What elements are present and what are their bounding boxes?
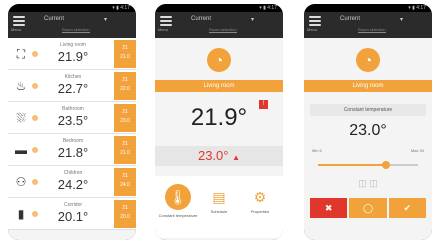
min-label: Min 5 (312, 148, 322, 153)
alert-icon: ! (259, 100, 268, 109)
action-label: Constant temperature (158, 213, 198, 218)
heating-icon: ▲ (232, 153, 241, 162)
room-name: Bedroom (62, 138, 84, 144)
actions-panel: 🌡 Constant temperature ▤ Schedule ⚙ Prop… (155, 176, 283, 238)
phone-room-list: ▾ ▮ 4:17 Menu Current ▾ Room selection ⛶… (8, 4, 136, 240)
cancel-button[interactable]: ✖ (310, 198, 348, 218)
gear-icon: ⚙ (253, 189, 267, 205)
setpoint-badge[interactable]: 21 22.0 (114, 72, 136, 100)
badge-bottom: 23.0 (120, 118, 130, 124)
room-title: Living room (155, 80, 283, 92)
room-name: Corridor (63, 202, 83, 208)
room-row[interactable]: ⛶ Living room 21.9° 21 21.0 (8, 38, 136, 70)
target-temperature: 23.0° (349, 122, 387, 139)
room-name: Bathroom (62, 106, 84, 112)
app-title[interactable]: Current (340, 16, 360, 22)
room-temperature: 21.8° (57, 145, 89, 160)
slider-fill (318, 164, 386, 166)
room-temperature: 21.9° (57, 49, 89, 64)
badge-top: 21 (122, 141, 128, 147)
properties-button[interactable]: ⚙ Properties (240, 184, 280, 214)
setpoint-badge[interactable]: 21 21.0 (114, 136, 136, 164)
room-temperature: 23.5° (57, 113, 89, 128)
room-name: Kitchen (64, 74, 82, 80)
constant-temperature-button[interactable]: 🌡 Constant temperature (158, 184, 198, 218)
room-temperature: 22.7° (57, 81, 89, 96)
phone-room-detail: ▾ ▮ 4:17 Menu Current ▾ Room selection ◔… (155, 4, 283, 240)
confirm-button[interactable]: ✔ (388, 198, 426, 218)
kitchen-icon: ♨ (15, 79, 27, 93)
mode-icons: ◫ ◫ (358, 178, 378, 188)
temperature-slider[interactable] (318, 161, 418, 169)
room-list: ⛶ Living room 21.9° 21 21.0 ♨ Kitchen 22.7° 21 22… (8, 38, 136, 240)
room-temperature: 24.2° (57, 177, 89, 192)
schedule-icon: ▤ (212, 189, 226, 205)
room-row[interactable]: ⚇ Children 24.2° 21 24.0 (8, 166, 136, 198)
menu-label: Menu (158, 27, 169, 32)
menu-label: Menu (11, 27, 22, 32)
menu-label: Menu (307, 27, 318, 32)
room-name: Living room (60, 42, 86, 48)
app-bar: Menu Current ▾ Room selection (8, 12, 136, 38)
room-row[interactable]: ♨ Kitchen 22.7° 21 22.0 (8, 70, 136, 102)
action-label: Properties (250, 209, 270, 214)
setpoint-value: 23.0° (197, 148, 229, 163)
badge-top: 21 (122, 45, 128, 51)
app-title[interactable]: Current (44, 16, 64, 22)
slider-handle[interactable] (382, 161, 390, 169)
app-bar: Menu Current ▾ Room selection (304, 12, 432, 38)
room-temperature: 20.1° (57, 209, 89, 224)
room-title: Living room (304, 80, 432, 92)
room-row[interactable]: ⛆ Bathroom 23.5° 21 23.0 (8, 102, 136, 134)
detail-screen: ◔ Living room 21.9° ! 23.0° ▲ 🌡 Constant… (155, 38, 283, 240)
badge-top: 21 (122, 173, 128, 179)
room-row[interactable]: ▮ Corridor 20.1° 21 20.0 (8, 198, 136, 230)
badge-bottom: 24.0 (120, 182, 130, 188)
schedule-button[interactable]: ▤ Schedule (199, 184, 239, 214)
room-name: Children (63, 170, 83, 176)
room-row[interactable]: ▬ Bedroom 21.8° 21 21.0 (8, 134, 136, 166)
reset-button[interactable]: ◯ (349, 198, 387, 218)
setting-screen: ◔ Living room Constant temperature 23.0°… (304, 38, 432, 240)
badge-top: 21 (122, 205, 128, 211)
badge-top: 21 (122, 77, 128, 83)
badge-bottom: 21.0 (120, 150, 130, 156)
thermometer-icon: 🌡 (165, 184, 191, 210)
app-subtitle: Room selection (62, 27, 90, 33)
app-title[interactable]: Current (191, 16, 211, 22)
chevron-down-icon[interactable]: ▾ (400, 16, 403, 23)
setpoint-badge[interactable]: 21 23.0 (114, 104, 136, 132)
chevron-down-icon[interactable]: ▾ (104, 16, 107, 23)
section-title: Constant temperature (310, 104, 426, 116)
thermostat-icon: ◔ (356, 48, 380, 72)
app-subtitle: Room selection (358, 27, 386, 33)
setpoint-badge[interactable]: 21 20.0 (114, 200, 136, 228)
action-label: Schedule (210, 209, 228, 214)
badge-top: 21 (122, 109, 128, 115)
bath-icon: ⛆ (16, 110, 26, 125)
badge-bottom: 21.0 (120, 54, 130, 60)
thermostat-icon: ◔ (207, 48, 231, 72)
chevron-down-icon[interactable]: ▾ (251, 16, 254, 23)
max-label: Max 30 (410, 148, 424, 153)
status-bar: ▾ ▮ 4:17 (8, 4, 136, 12)
badge-bottom: 22.0 (120, 86, 130, 92)
setpoint-badge[interactable]: 21 21.0 (114, 40, 136, 68)
children-icon: ⚇ (15, 175, 27, 189)
app-subtitle: Room selection (209, 27, 237, 33)
badge-bottom: 20.0 (120, 214, 130, 220)
app-bar: Menu Current ▾ Room selection (155, 12, 283, 38)
setpoint-display: 23.0° ▲ (155, 146, 283, 166)
button-row: ✖ ◯ ✔ (310, 198, 426, 218)
setpoint-badge[interactable]: 21 24.0 (114, 168, 136, 196)
status-bar: ▾ ▮ 4:17 (304, 4, 432, 12)
phone-temperature-setting: ▾ ▮ 4:17 Menu Current ▾ Room selection ◔… (304, 4, 432, 240)
sofa-icon: ⛶ (16, 46, 26, 61)
bed-icon: ▬ (15, 143, 27, 157)
status-bar: ▾ ▮ 4:17 (155, 4, 283, 12)
door-icon: ▮ (17, 207, 25, 221)
